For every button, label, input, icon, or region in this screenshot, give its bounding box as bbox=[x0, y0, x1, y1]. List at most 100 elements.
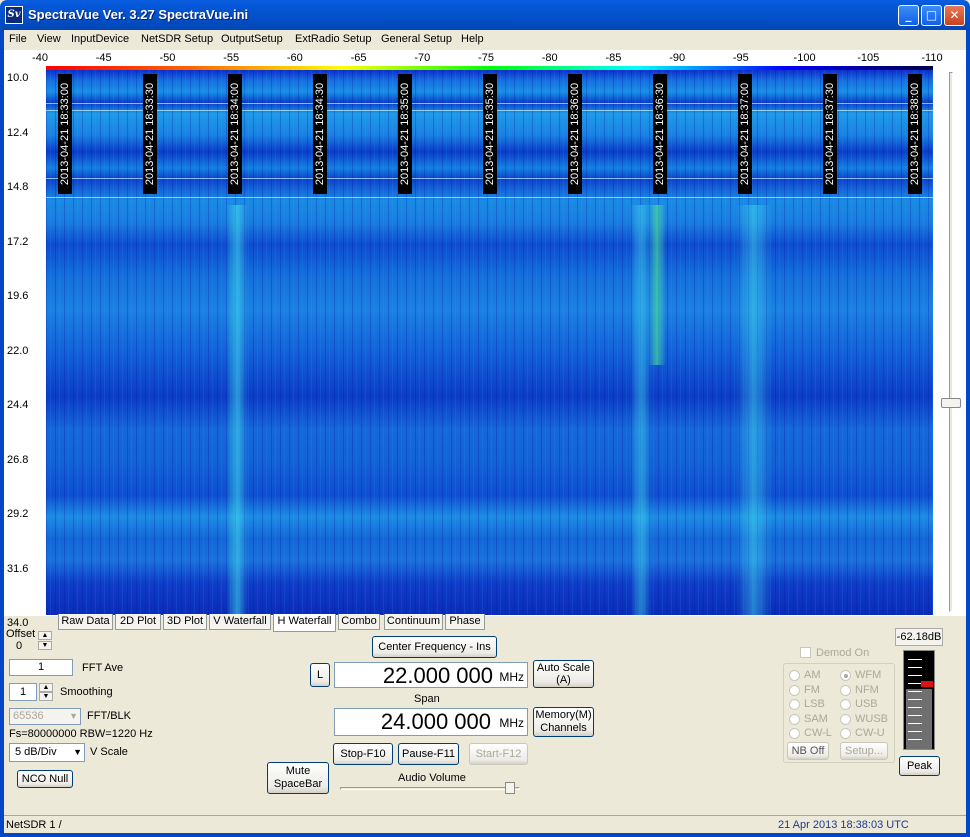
y-tick-label: 26.8 bbox=[7, 453, 29, 466]
demod-radio-cw-u[interactable] bbox=[840, 728, 851, 739]
y-axis: 10.0 12.4 14.8 17.2 19.6 22.0 24.4 26.8 29.2 31.6… bbox=[0, 70, 44, 629]
smoothing-spin-down[interactable]: ▼ bbox=[39, 692, 53, 701]
center-frequency-unit: MHz bbox=[499, 670, 524, 684]
demod-label-am: AM bbox=[804, 669, 821, 681]
meter-tick bbox=[908, 667, 922, 668]
meter-tick bbox=[908, 699, 922, 700]
app-icon[interactable]: Sv bbox=[5, 6, 23, 24]
menu-extradio-setup[interactable]: ExtRadio Setup bbox=[295, 33, 371, 45]
demod-radio-fm[interactable] bbox=[789, 684, 800, 696]
memory-channels-button[interactable]: Memory(M) Channels bbox=[533, 707, 594, 737]
meter-tick bbox=[908, 691, 922, 692]
meter-tick bbox=[908, 659, 922, 660]
minimize-button[interactable]: _ bbox=[898, 5, 919, 26]
audio-volume-thumb[interactable] bbox=[505, 782, 515, 794]
y-tick-label: 24.4 bbox=[7, 399, 29, 411]
title-bar[interactable]: Sv SpectraVue Ver. 3.27 SpectraVue.ini _… bbox=[0, 0, 970, 30]
chevron-down-icon: ▼ bbox=[73, 747, 82, 757]
center-frequency-value: 22.000 000 bbox=[382, 663, 493, 688]
window-border-bottom bbox=[0, 833, 970, 837]
center-frequency-display[interactable]: 22.000 000 MHz bbox=[334, 662, 528, 688]
demod-label-nfm: NFM bbox=[855, 683, 879, 696]
menu-file[interactable]: File bbox=[9, 33, 27, 45]
tab-continuum[interactable]: Continuum bbox=[384, 614, 443, 630]
tab-phase[interactable]: Phase bbox=[445, 614, 485, 630]
start-button[interactable]: Start-F12 bbox=[469, 743, 528, 765]
demod-radio-wusb[interactable] bbox=[840, 713, 851, 725]
smoothing-input[interactable]: 1 bbox=[9, 683, 37, 701]
demod-radio-lsb[interactable] bbox=[789, 699, 800, 710]
nb-off-button[interactable]: NB Off bbox=[787, 742, 829, 760]
span-display[interactable]: 24.000 000 MHz bbox=[334, 708, 528, 736]
auto-scale-button[interactable]: Auto Scale (A) bbox=[533, 660, 594, 688]
smoothing-label: Smoothing bbox=[60, 686, 113, 698]
demod-radio-sam[interactable] bbox=[789, 713, 800, 725]
offset-spin-up[interactable]: ▲ bbox=[38, 631, 52, 640]
meter-tick bbox=[908, 731, 922, 732]
timestamp-text: 2013-04-21 18:37:00 bbox=[739, 82, 751, 186]
offset-spin-down[interactable]: ▼ bbox=[38, 641, 52, 650]
x-tick-label: -45 bbox=[95, 52, 112, 64]
center-frequency-button[interactable]: Center Frequency - Ins bbox=[372, 636, 497, 658]
peak-button[interactable]: Peak bbox=[899, 756, 940, 776]
y-tick-label: 12.4 bbox=[7, 126, 29, 139]
demod-label-usb: USB bbox=[855, 698, 878, 710]
smoothing-spin-up[interactable]: ▲ bbox=[39, 683, 53, 692]
demod-label-sam: SAM bbox=[804, 712, 828, 725]
menu-inputdevice[interactable]: InputDevice bbox=[71, 33, 129, 45]
y-tick-label: 17.2 bbox=[7, 235, 29, 248]
demod-radio-usb[interactable] bbox=[840, 699, 851, 710]
x-tick-label: -50 bbox=[159, 52, 176, 64]
vscale-label: V Scale bbox=[90, 746, 128, 758]
pause-button[interactable]: Pause-F11 bbox=[398, 743, 459, 765]
peak-marker bbox=[921, 681, 933, 687]
timestamp-text: 2013-04-21 18:34:00 bbox=[229, 82, 241, 186]
maximize-button[interactable]: □ bbox=[921, 5, 942, 26]
meter-tick bbox=[908, 683, 922, 684]
span-value: 24.000 000 bbox=[380, 709, 491, 734]
tab-2d-plot[interactable]: 2D Plot bbox=[115, 614, 161, 630]
x-tick-label: -85 bbox=[605, 52, 622, 64]
demod-radio-wfm[interactable] bbox=[840, 670, 851, 681]
waterfall-display[interactable]: 2013-04-21 18:33:00 2013-04-21 18:33:30 20… bbox=[46, 70, 933, 615]
audio-volume-track[interactable] bbox=[340, 787, 520, 790]
tab-3d-plot[interactable]: 3D Plot bbox=[163, 614, 207, 630]
timestamp-marker: 2013-04-21 18:38:00 bbox=[908, 74, 922, 194]
demod-label-wusb: WUSB bbox=[855, 712, 888, 725]
meter-tick bbox=[908, 739, 922, 740]
close-button[interactable]: ✕ bbox=[944, 5, 965, 26]
stop-button[interactable]: Stop-F10 bbox=[333, 743, 393, 765]
span-unit: MHz bbox=[499, 716, 524, 730]
tab-combo[interactable]: Combo bbox=[338, 614, 380, 630]
demod-radio-nfm[interactable] bbox=[840, 684, 851, 696]
mute-button[interactable]: Mute SpaceBar bbox=[267, 762, 329, 794]
menu-view[interactable]: View bbox=[37, 33, 61, 45]
timestamp-marker: 2013-04-21 18:33:30 bbox=[143, 74, 157, 194]
nco-null-button[interactable]: NCO Null bbox=[17, 770, 73, 788]
timestamp-marker: 2013-04-21 18:37:30 bbox=[823, 74, 837, 194]
window-border-right bbox=[966, 30, 970, 837]
status-datetime: 21 Apr 2013 18:38:03 UTC bbox=[778, 819, 909, 831]
demod-radio-am[interactable] bbox=[789, 670, 800, 681]
chevron-down-icon: ▼ bbox=[69, 711, 78, 721]
demod-on-checkbox[interactable] bbox=[800, 647, 811, 658]
vertical-offset-slider-thumb[interactable] bbox=[941, 398, 961, 408]
demod-setup-button[interactable]: Setup... bbox=[840, 742, 888, 760]
signal-trail bbox=[736, 205, 772, 615]
x-tick-label: -100 bbox=[793, 52, 816, 64]
meter-tick bbox=[908, 723, 922, 724]
menu-netsdr-setup[interactable]: NetSDR Setup bbox=[141, 33, 213, 45]
tab-h-waterfall[interactable]: H Waterfall bbox=[273, 614, 336, 632]
lock-l-button[interactable]: L bbox=[310, 663, 330, 687]
demod-radio-cw-l[interactable] bbox=[789, 728, 800, 739]
tab-v-waterfall[interactable]: V Waterfall bbox=[209, 614, 271, 630]
fft-ave-input[interactable]: 1 bbox=[9, 659, 73, 676]
menu-general-setup[interactable]: General Setup bbox=[381, 33, 452, 45]
tab-raw-data[interactable]: Raw Data bbox=[58, 614, 113, 630]
menu-outputsetup[interactable]: OutputSetup bbox=[221, 33, 283, 45]
timestamp-text: 2013-04-21 18:35:30 bbox=[484, 82, 496, 186]
fft-blk-select[interactable]: 65536 ▼ bbox=[9, 708, 81, 725]
vscale-select[interactable]: 5 dB/Div ▼ bbox=[9, 743, 85, 762]
vertical-offset-slider-track[interactable] bbox=[949, 72, 953, 612]
menu-help[interactable]: Help bbox=[461, 33, 484, 45]
